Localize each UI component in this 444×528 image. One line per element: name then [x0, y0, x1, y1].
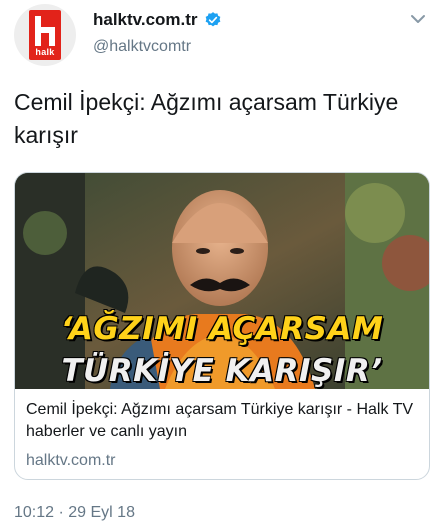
- link-card[interactable]: ‘AĞZIMI AÇARSAM TÜRKİYE KARIŞIR’ Cemil İ…: [14, 172, 430, 480]
- tweet-timestamp[interactable]: 10:12 · 29 Eyl 18: [14, 504, 135, 522]
- image-headline-line2: TÜRKİYE KARIŞIR’: [61, 353, 383, 389]
- card-domain[interactable]: halktv.com.tr: [26, 452, 116, 470]
- chevron-down-icon[interactable]: [409, 12, 427, 26]
- image-headline-line1: ‘AĞZIMI AÇARSAM: [60, 311, 384, 347]
- verified-badge-icon: [204, 11, 222, 29]
- halktv-logo: halk: [29, 10, 61, 60]
- display-name[interactable]: halktv.com.tr: [93, 10, 198, 30]
- card-title[interactable]: Cemil İpekçi: Ağzımı açarsam Türkiye kar…: [26, 399, 421, 443]
- avatar[interactable]: halk: [14, 4, 76, 66]
- account-handle[interactable]: @halktvcomtr: [93, 38, 191, 56]
- logo-text: halk: [35, 47, 55, 57]
- card-image[interactable]: ‘AĞZIMI AÇARSAM TÜRKİYE KARIŞIR’: [15, 173, 429, 389]
- account-name-row[interactable]: halktv.com.tr: [93, 10, 222, 30]
- tweet-text: Cemil İpekçi: Ağzımı açarsam Türkiye kar…: [14, 89, 399, 148]
